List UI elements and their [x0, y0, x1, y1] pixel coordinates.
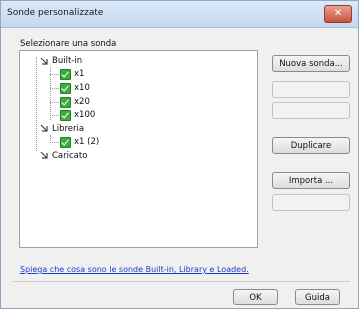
disabled-button-2 — [272, 102, 350, 119]
tree-node-library[interactable]: Libreria — [52, 123, 84, 135]
probe-check-icon — [60, 110, 71, 121]
close-button[interactable]: ✕ — [324, 5, 352, 23]
title-bar[interactable]: Sonde personalizzate ✕ — [1, 1, 358, 28]
tree-item-x10[interactable]: x10 — [74, 82, 90, 94]
disabled-button-3 — [272, 194, 350, 211]
probe-check-icon — [60, 97, 71, 108]
tree-line — [50, 74, 59, 75]
probe-check-icon — [60, 83, 71, 94]
probe-tree[interactable]: Built-in x1 x10 x20 x100 Libreria x1 (2)… — [19, 50, 258, 248]
window-title: Sonde personalizzate — [7, 8, 104, 18]
probe-check-icon — [60, 137, 71, 148]
footer-divider — [12, 281, 350, 282]
tree-line — [50, 88, 59, 89]
tree-line — [50, 115, 59, 116]
help-button[interactable]: Guida — [295, 289, 340, 305]
collapse-arrow-icon[interactable] — [40, 124, 48, 132]
duplicate-button[interactable]: Duplicare — [272, 137, 350, 154]
tree-node-builtin[interactable]: Built-in — [52, 55, 82, 67]
help-link[interactable]: Spiega che cosa sono le sonde Built-in, … — [20, 265, 249, 274]
tree-item-x20[interactable]: x20 — [74, 96, 90, 108]
dialog-window: Sonde personalizzate ✕ Selezionare una s… — [0, 0, 359, 309]
collapse-arrow-icon[interactable] — [40, 151, 48, 159]
disabled-button-1 — [272, 81, 350, 98]
tree-item-x100[interactable]: x100 — [74, 109, 95, 121]
tree-line — [50, 102, 59, 103]
tree-line — [36, 57, 37, 151]
tree-line — [50, 142, 59, 143]
close-icon: ✕ — [333, 8, 343, 19]
select-probe-label: Selezionare una sonda — [20, 39, 117, 49]
import-button[interactable]: Importa ... — [272, 172, 350, 189]
tree-item-x1-2[interactable]: x1 (2) — [74, 136, 99, 148]
ok-button[interactable]: OK — [233, 289, 278, 305]
collapse-arrow-icon[interactable] — [40, 57, 48, 65]
probe-check-icon — [60, 69, 71, 80]
tree-node-loaded[interactable]: Caricato — [52, 150, 87, 162]
tree-item-x1[interactable]: x1 — [74, 68, 84, 80]
new-probe-button[interactable]: Nuova sonda... — [272, 55, 350, 72]
